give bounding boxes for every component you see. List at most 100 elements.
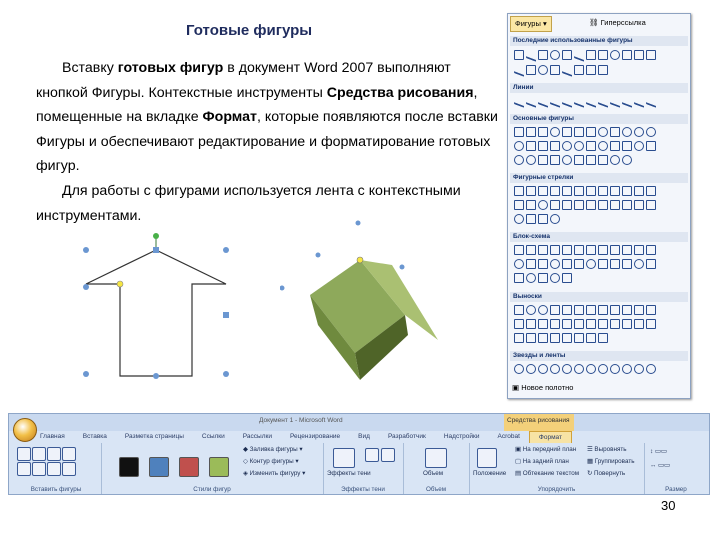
resize-handle[interactable] bbox=[399, 264, 405, 270]
shape-row[interactable] bbox=[514, 245, 686, 257]
shape-row[interactable] bbox=[514, 94, 686, 108]
position-icon[interactable] bbox=[477, 448, 497, 468]
volume-button[interactable]: Объем bbox=[423, 470, 443, 477]
tab-format[interactable]: Формат bbox=[528, 431, 573, 443]
rotate-button[interactable]: ↻ Повернуть bbox=[587, 470, 625, 477]
resize-handle[interactable] bbox=[223, 371, 229, 377]
group-label: Эффекты тени bbox=[341, 486, 385, 493]
section-stars: Звезды и ленты bbox=[510, 351, 688, 361]
quick-access-toolbar bbox=[9, 414, 709, 431]
section-basic: Основные фигуры bbox=[510, 114, 688, 124]
style-swatch-red[interactable] bbox=[179, 457, 199, 477]
bring-front-button[interactable]: ▣ На передний план bbox=[515, 446, 576, 453]
shadow-nudge-icon[interactable] bbox=[365, 448, 379, 462]
resize-handle[interactable] bbox=[153, 247, 159, 253]
canvas-icon: ▣ bbox=[512, 383, 520, 392]
shape-fill-button[interactable]: ◆ Заливка фигуры ▾ bbox=[243, 446, 303, 453]
rotate-handle[interactable] bbox=[153, 233, 159, 239]
shape-row[interactable] bbox=[514, 333, 686, 345]
shape-row[interactable] bbox=[514, 63, 686, 77]
shape-row[interactable] bbox=[514, 319, 686, 331]
shape-outline-label: Контур фигуры bbox=[249, 458, 294, 465]
bold-run: Средства рисования bbox=[326, 84, 474, 101]
tab-mailings[interactable]: Рассылки bbox=[234, 431, 281, 443]
shape-row[interactable] bbox=[514, 155, 686, 167]
callout-shape-icon[interactable] bbox=[47, 462, 61, 476]
group-label: Объем bbox=[425, 486, 447, 493]
arrow-shape-icon[interactable] bbox=[32, 447, 46, 461]
resize-handle[interactable] bbox=[83, 284, 89, 290]
shadow-nudge-icon[interactable] bbox=[381, 448, 395, 462]
adjust-handle[interactable] bbox=[116, 280, 124, 288]
shape-row[interactable] bbox=[514, 273, 686, 285]
send-back-button[interactable]: ▢ На задний план bbox=[515, 458, 569, 465]
style-swatch-black[interactable] bbox=[119, 457, 139, 477]
section-lines: Линии bbox=[510, 83, 688, 93]
tab-review[interactable]: Рецензирование bbox=[281, 431, 349, 443]
align-button[interactable]: ☰ Выровнять bbox=[587, 446, 627, 453]
slide: Готовые фигуры Вставку готовых фигур в д… bbox=[0, 0, 720, 540]
shadow-effects-button[interactable]: Эффекты тени bbox=[327, 470, 371, 477]
word-ribbon: Документ 1 - Microsoft Word Средства рис… bbox=[8, 413, 710, 495]
new-canvas-item[interactable]: ▣ Новое полотно bbox=[512, 383, 573, 392]
group-arrange: Положение ▣ На передний план ▢ На задний… bbox=[469, 443, 645, 494]
width-field[interactable]: ↔ ▭▭ bbox=[650, 462, 670, 469]
bring-front-label: На передний план bbox=[522, 446, 577, 453]
shape-row[interactable] bbox=[514, 127, 686, 139]
shape-row[interactable] bbox=[514, 200, 686, 212]
resize-handle[interactable] bbox=[83, 371, 89, 377]
hyperlink-button[interactable]: ⛓ Гиперссылка bbox=[586, 16, 649, 30]
shape-row[interactable] bbox=[514, 214, 686, 226]
shapes-button[interactable]: Фигуры ▾ bbox=[510, 16, 552, 32]
section-flowchart: Блок-схема bbox=[510, 232, 688, 242]
cube-shape-illustration bbox=[280, 220, 438, 380]
hyperlink-label: Гиперссылка bbox=[600, 18, 646, 27]
star-shape-icon[interactable] bbox=[32, 462, 46, 476]
triangle-shape-icon[interactable] bbox=[17, 462, 31, 476]
resize-handle[interactable] bbox=[153, 373, 159, 379]
tab-page-layout[interactable]: Разметка страницы bbox=[116, 431, 193, 443]
arrow-shape-illustration bbox=[83, 233, 229, 379]
resize-handle[interactable] bbox=[223, 247, 229, 253]
resize-handle[interactable] bbox=[83, 247, 89, 253]
curve-shape-icon[interactable] bbox=[62, 462, 76, 476]
style-swatch-blue[interactable] bbox=[149, 457, 169, 477]
text-run: Вставку bbox=[62, 60, 118, 76]
shape-outline-button[interactable]: ◇ Контур фигуры ▾ bbox=[243, 458, 299, 465]
volume-3d-icon[interactable] bbox=[425, 448, 447, 468]
adjust-handle[interactable] bbox=[356, 256, 364, 264]
resize-handle[interactable] bbox=[223, 312, 229, 318]
shape-row[interactable] bbox=[514, 259, 686, 271]
shape-row[interactable] bbox=[514, 364, 686, 376]
shape-row[interactable] bbox=[514, 186, 686, 198]
section-recent: Последние использованные фигуры bbox=[510, 36, 688, 46]
resize-handle[interactable] bbox=[315, 252, 321, 258]
rect-shape-icon[interactable] bbox=[47, 447, 61, 461]
shape-row[interactable] bbox=[514, 305, 686, 317]
line-shape-icon[interactable] bbox=[17, 447, 31, 461]
tab-view[interactable]: Вид bbox=[349, 431, 379, 443]
up-arrow-shape[interactable] bbox=[85, 249, 227, 377]
resize-handle[interactable] bbox=[280, 285, 285, 291]
group-button[interactable]: ▦ Группировать bbox=[587, 458, 634, 465]
resize-handle[interactable] bbox=[355, 220, 361, 226]
change-shape-button[interactable]: ◈ Изменить фигуру ▾ bbox=[243, 470, 305, 477]
style-swatch-green[interactable] bbox=[209, 457, 229, 477]
shape-row[interactable] bbox=[514, 141, 686, 153]
text-wrap-button[interactable]: ▤ Обтекание текстом bbox=[515, 470, 579, 477]
shape-fill-label: Заливка фигуры bbox=[249, 446, 298, 453]
tab-developer[interactable]: Разработчик bbox=[379, 431, 435, 443]
tab-references[interactable]: Ссылки bbox=[193, 431, 234, 443]
position-button[interactable]: Положение bbox=[473, 470, 506, 477]
oval-shape-icon[interactable] bbox=[62, 447, 76, 461]
tab-addins[interactable]: Надстройки bbox=[435, 431, 489, 443]
tab-insert[interactable]: Вставка bbox=[74, 431, 116, 443]
ribbon-tabs: Главная Вставка Разметка страницы Ссылки… bbox=[31, 431, 709, 443]
group-shape-styles: ◆ Заливка фигуры ▾ ◇ Контур фигуры ▾ ◈ И… bbox=[101, 443, 324, 494]
tab-home[interactable]: Главная bbox=[31, 431, 74, 443]
shape-row[interactable] bbox=[514, 48, 686, 62]
shadow-effects-icon[interactable] bbox=[333, 448, 355, 468]
section-callouts: Выноски bbox=[510, 292, 688, 302]
height-field[interactable]: ↕ ▭▭ bbox=[650, 448, 667, 455]
tab-acrobat[interactable]: Acrobat bbox=[489, 431, 529, 443]
